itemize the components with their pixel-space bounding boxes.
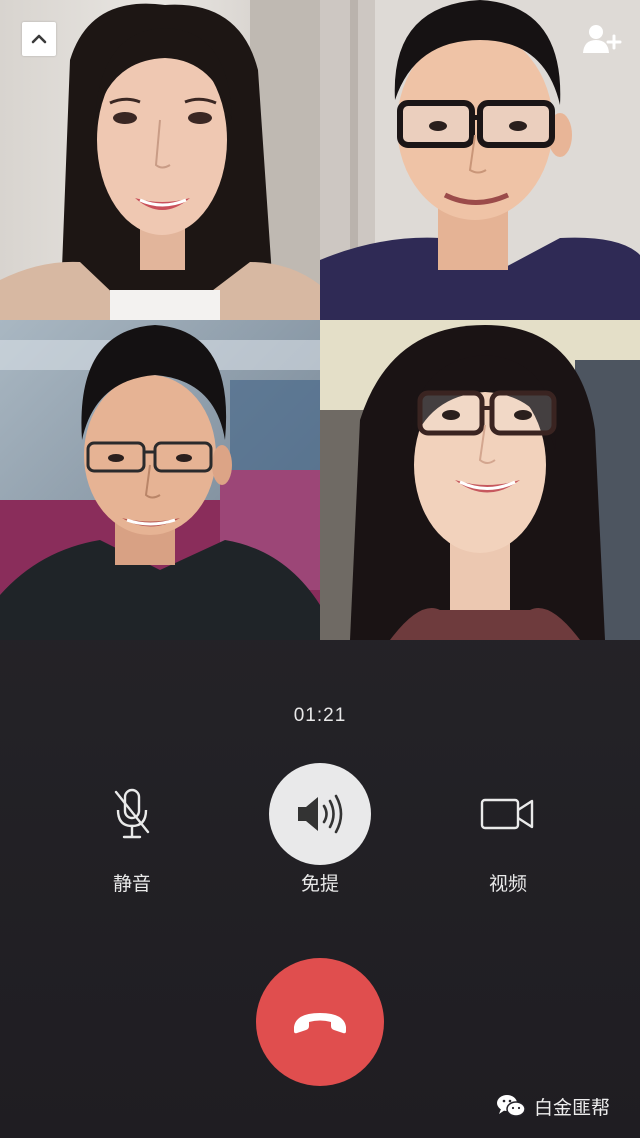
speaker-label: 免提: [300, 873, 339, 895]
watermark: 白金匪帮: [496, 1090, 610, 1122]
video-grid: [0, 0, 640, 640]
video-label: 视频: [488, 873, 527, 895]
wechat-icon: [497, 1095, 526, 1117]
add-person-icon: [583, 25, 622, 53]
participant-video: [0, 320, 320, 640]
mute-label: 静音: [112, 873, 151, 895]
watermark-text: 白金匪帮: [534, 1096, 611, 1119]
hang-up-button[interactable]: [256, 958, 384, 1086]
microphone-off-icon: [114, 788, 150, 839]
participant-video: [320, 320, 640, 640]
hang-up-phone-icon: [294, 1013, 346, 1034]
call-timer: 01:21: [293, 705, 347, 726]
add-member-button[interactable]: [580, 22, 624, 56]
participant-video-tile[interactable]: [0, 320, 320, 640]
participant-video-tile[interactable]: [320, 320, 640, 640]
collapse-button[interactable]: [22, 22, 56, 56]
mute-control[interactable]: 静音: [72, 763, 192, 896]
speaker-button[interactable]: [269, 763, 371, 865]
video-control[interactable]: 视频: [448, 763, 568, 896]
video-camera-icon: [480, 798, 534, 830]
chevron-up-icon: [31, 34, 47, 44]
speaker-icon: [298, 794, 343, 834]
speaker-control[interactable]: 免提: [260, 763, 380, 896]
